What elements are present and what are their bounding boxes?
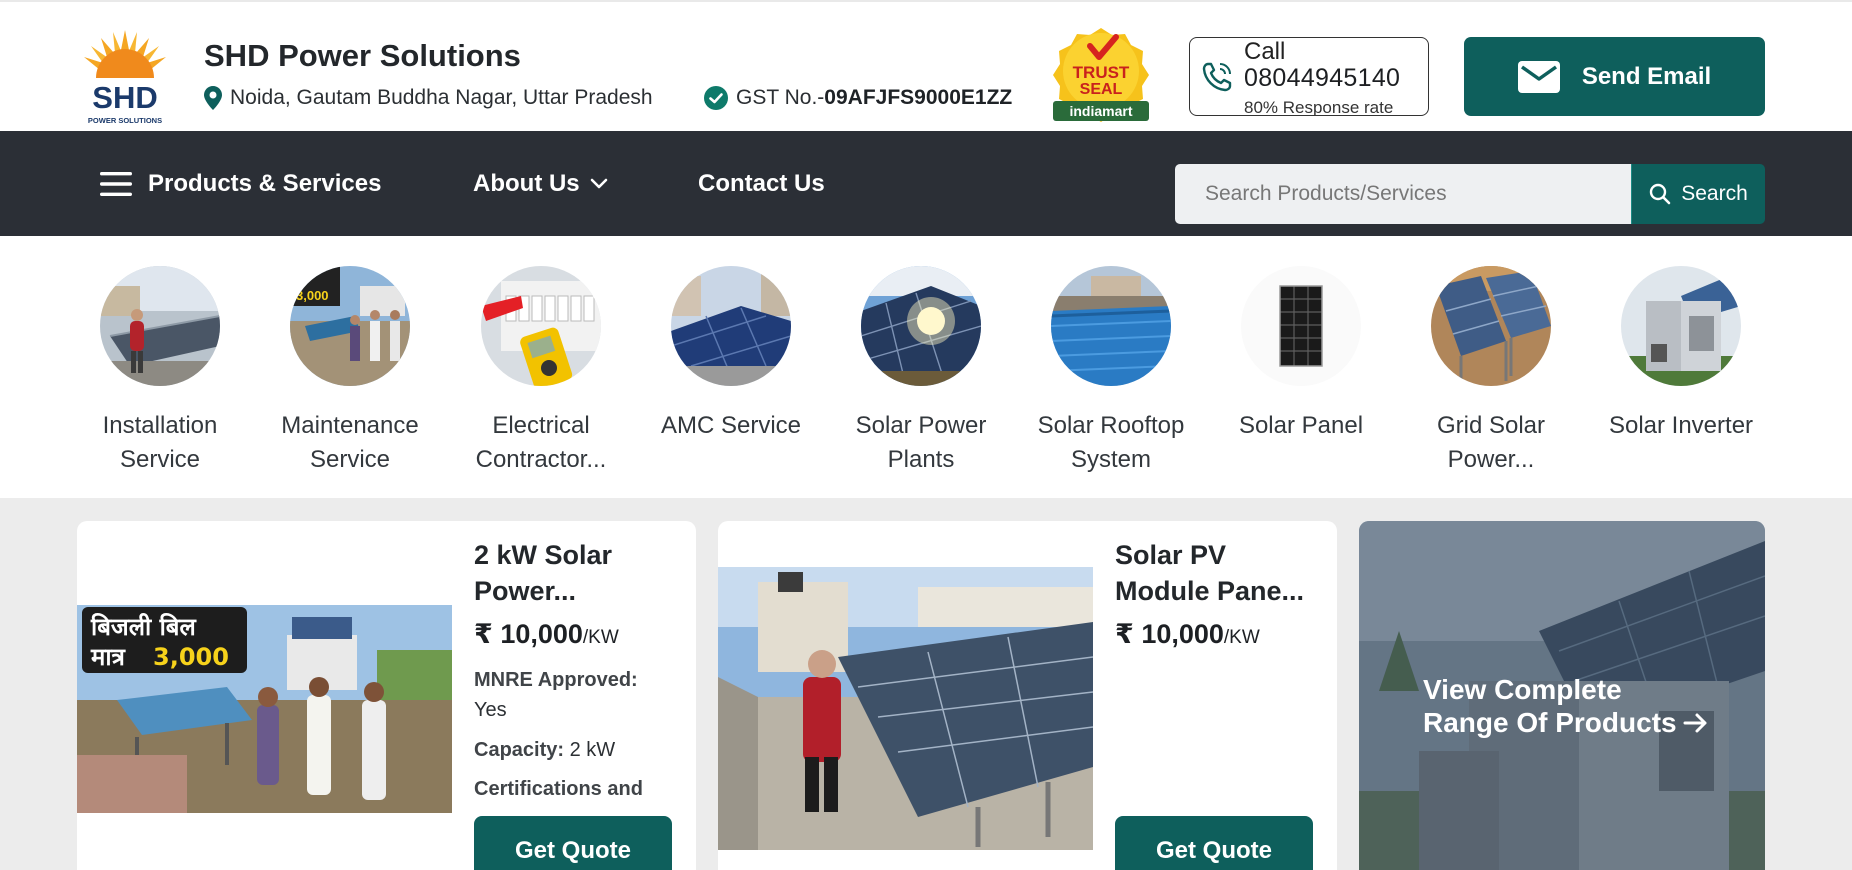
send-email-button[interactable]: Send Email xyxy=(1464,37,1765,116)
svg-text:मात्र: मात्र xyxy=(90,643,127,671)
product-title[interactable]: 2 kW Solar Power... xyxy=(474,537,684,609)
gst-info: GST No.-09AFJFS9000E1ZZ xyxy=(704,86,1012,110)
view-range-line1: View Complete xyxy=(1423,674,1622,705)
search-button[interactable]: Search xyxy=(1631,164,1765,224)
category-label: Maintenance Service xyxy=(281,412,419,473)
product-spec-capacity: Capacity: 2 kW xyxy=(474,735,615,765)
product-spec-certifications: Certifications and xyxy=(474,774,643,804)
search-icon xyxy=(1650,183,1671,205)
spec-label: Certifications and xyxy=(474,778,643,800)
view-complete-range-card[interactable]: View Complete Range Of Products xyxy=(1359,521,1765,870)
mail-icon xyxy=(1517,60,1560,93)
get-quote-button[interactable]: Get Quote xyxy=(1115,816,1313,870)
search-input[interactable] xyxy=(1175,164,1631,224)
product-spec-mnre: MNRE Approved: Yes xyxy=(474,665,638,725)
send-email-label: Send Email xyxy=(1581,62,1712,90)
spec-label: Capacity: xyxy=(474,739,565,761)
svg-text:3,000: 3,000 xyxy=(296,288,329,303)
price-unit: /KW xyxy=(582,627,619,648)
category-image xyxy=(1241,266,1361,386)
category-label: Grid Solar Power... xyxy=(1436,412,1546,473)
company-name[interactable]: SHD Power Solutions xyxy=(204,38,521,74)
price-value: 10,000 xyxy=(500,619,583,649)
phone-number[interactable]: 08044945140 xyxy=(1244,64,1400,93)
view-range-line2: Range Of Products xyxy=(1423,707,1677,738)
category-image xyxy=(860,266,982,387)
svg-text:SEAL: SEAL xyxy=(1080,81,1123,98)
price-value: 10,000 xyxy=(1141,619,1224,649)
nav-contact-us[interactable]: Contact Us xyxy=(698,131,825,236)
svg-text:SHD: SHD xyxy=(92,80,157,115)
phone-icon xyxy=(1202,62,1232,92)
hamburger-menu-icon xyxy=(100,171,132,196)
category-maintenance-service[interactable]: 3,000 Maintenance Service xyxy=(265,266,435,477)
nav-about-us[interactable]: About Us xyxy=(473,131,608,236)
category-image: 3,000 xyxy=(290,266,410,386)
product-title[interactable]: Solar PV Module Pane... xyxy=(1115,537,1325,609)
arrow-right-icon xyxy=(1683,713,1707,732)
product-price: ₹ 10,000/KW xyxy=(474,619,619,650)
nav-products-label: Products & Services xyxy=(148,169,382,197)
category-label: Solar Power Plants xyxy=(855,412,987,473)
search-button-label: Search xyxy=(1681,182,1748,205)
nav-about-label: About Us xyxy=(473,169,580,197)
category-label: Solar Panel xyxy=(1238,412,1364,439)
product-price: ₹ 10,000/KW xyxy=(1115,619,1260,650)
category-strip: Installation Service 3,000 Maintenance S… xyxy=(0,236,1852,498)
product-card[interactable]: Solar PV Module Pane... ₹ 10,000/KW Get … xyxy=(718,521,1337,870)
category-label: AMC Service xyxy=(660,412,802,439)
category-image xyxy=(1050,266,1172,386)
category-solar-power-plants[interactable]: Solar Power Plants xyxy=(836,266,1006,477)
svg-text:3,000: 3,000 xyxy=(153,643,229,671)
gst-label: GST No.- xyxy=(736,86,825,109)
call-label: Call xyxy=(1244,38,1286,65)
top-header: SHD POWER SOLUTIONS SHD Power Solutions … xyxy=(0,0,1852,131)
category-electrical-contractor[interactable]: Electrical Contractor... xyxy=(456,266,626,477)
category-label: Solar Inverter xyxy=(1608,412,1754,439)
location-pin-icon xyxy=(204,86,222,110)
svg-text:POWER SOLUTIONS: POWER SOLUTIONS xyxy=(88,116,162,125)
category-solar-panel[interactable]: Solar Panel xyxy=(1216,266,1386,443)
svg-text:indiamart: indiamart xyxy=(1069,103,1132,119)
category-label: Solar Rooftop System xyxy=(1037,412,1185,473)
spec-value: 2 kW xyxy=(569,739,616,761)
product-image[interactable] xyxy=(718,567,1093,850)
category-label: Installation Service xyxy=(102,412,218,473)
nav-contact-label: Contact Us xyxy=(698,169,825,197)
category-image xyxy=(1431,266,1551,386)
currency-symbol: ₹ xyxy=(1115,619,1134,649)
response-rate: 80% Response rate xyxy=(1244,98,1394,116)
category-solar-inverter[interactable]: Solar Inverter xyxy=(1596,266,1766,443)
category-installation-service[interactable]: Installation Service xyxy=(75,266,245,477)
product-image[interactable]: बिजली बिल मात्र 3,000 xyxy=(77,605,452,813)
category-amc-service[interactable]: AMC Service xyxy=(646,266,816,443)
svg-text:बिजली बिल: बिजली बिल xyxy=(90,613,197,641)
nav-products-services[interactable]: Products & Services xyxy=(100,131,381,236)
gst-number: 09AFJFS9000E1ZZ xyxy=(824,86,1013,109)
chevron-down-icon xyxy=(590,178,607,188)
category-image xyxy=(100,266,221,386)
call-box[interactable]: Call 08044945140 80% Response rate xyxy=(1189,37,1429,116)
category-image xyxy=(481,266,601,390)
spec-value: Yes xyxy=(474,699,507,721)
get-quote-button[interactable]: Get Quote xyxy=(474,816,672,870)
company-logo[interactable]: SHD POWER SOLUTIONS xyxy=(76,24,174,127)
category-grid-solar-power[interactable]: Grid Solar Power... xyxy=(1406,266,1576,477)
currency-symbol: ₹ xyxy=(474,619,493,649)
category-image xyxy=(1621,266,1741,386)
svg-text:TRUST: TRUST xyxy=(1073,63,1130,82)
trust-seal-badge[interactable]: TRUST SEAL indiamart xyxy=(1050,26,1152,122)
verified-check-icon xyxy=(704,86,728,110)
category-image xyxy=(670,266,792,386)
location-text: Noida, Gautam Buddha Nagar, Uttar Prades… xyxy=(230,86,653,109)
view-range-text[interactable]: View Complete Range Of Products xyxy=(1423,673,1709,739)
category-label: Electrical Contractor... xyxy=(475,412,607,473)
category-solar-rooftop-system[interactable]: Solar Rooftop System xyxy=(1026,266,1196,477)
price-unit: /KW xyxy=(1223,627,1260,648)
product-card[interactable]: बिजली बिल मात्र 3,000 2 kW Solar Power..… xyxy=(77,521,696,870)
company-location: Noida, Gautam Buddha Nagar, Uttar Prades… xyxy=(204,86,653,110)
spec-label: MNRE Approved: xyxy=(474,669,638,691)
